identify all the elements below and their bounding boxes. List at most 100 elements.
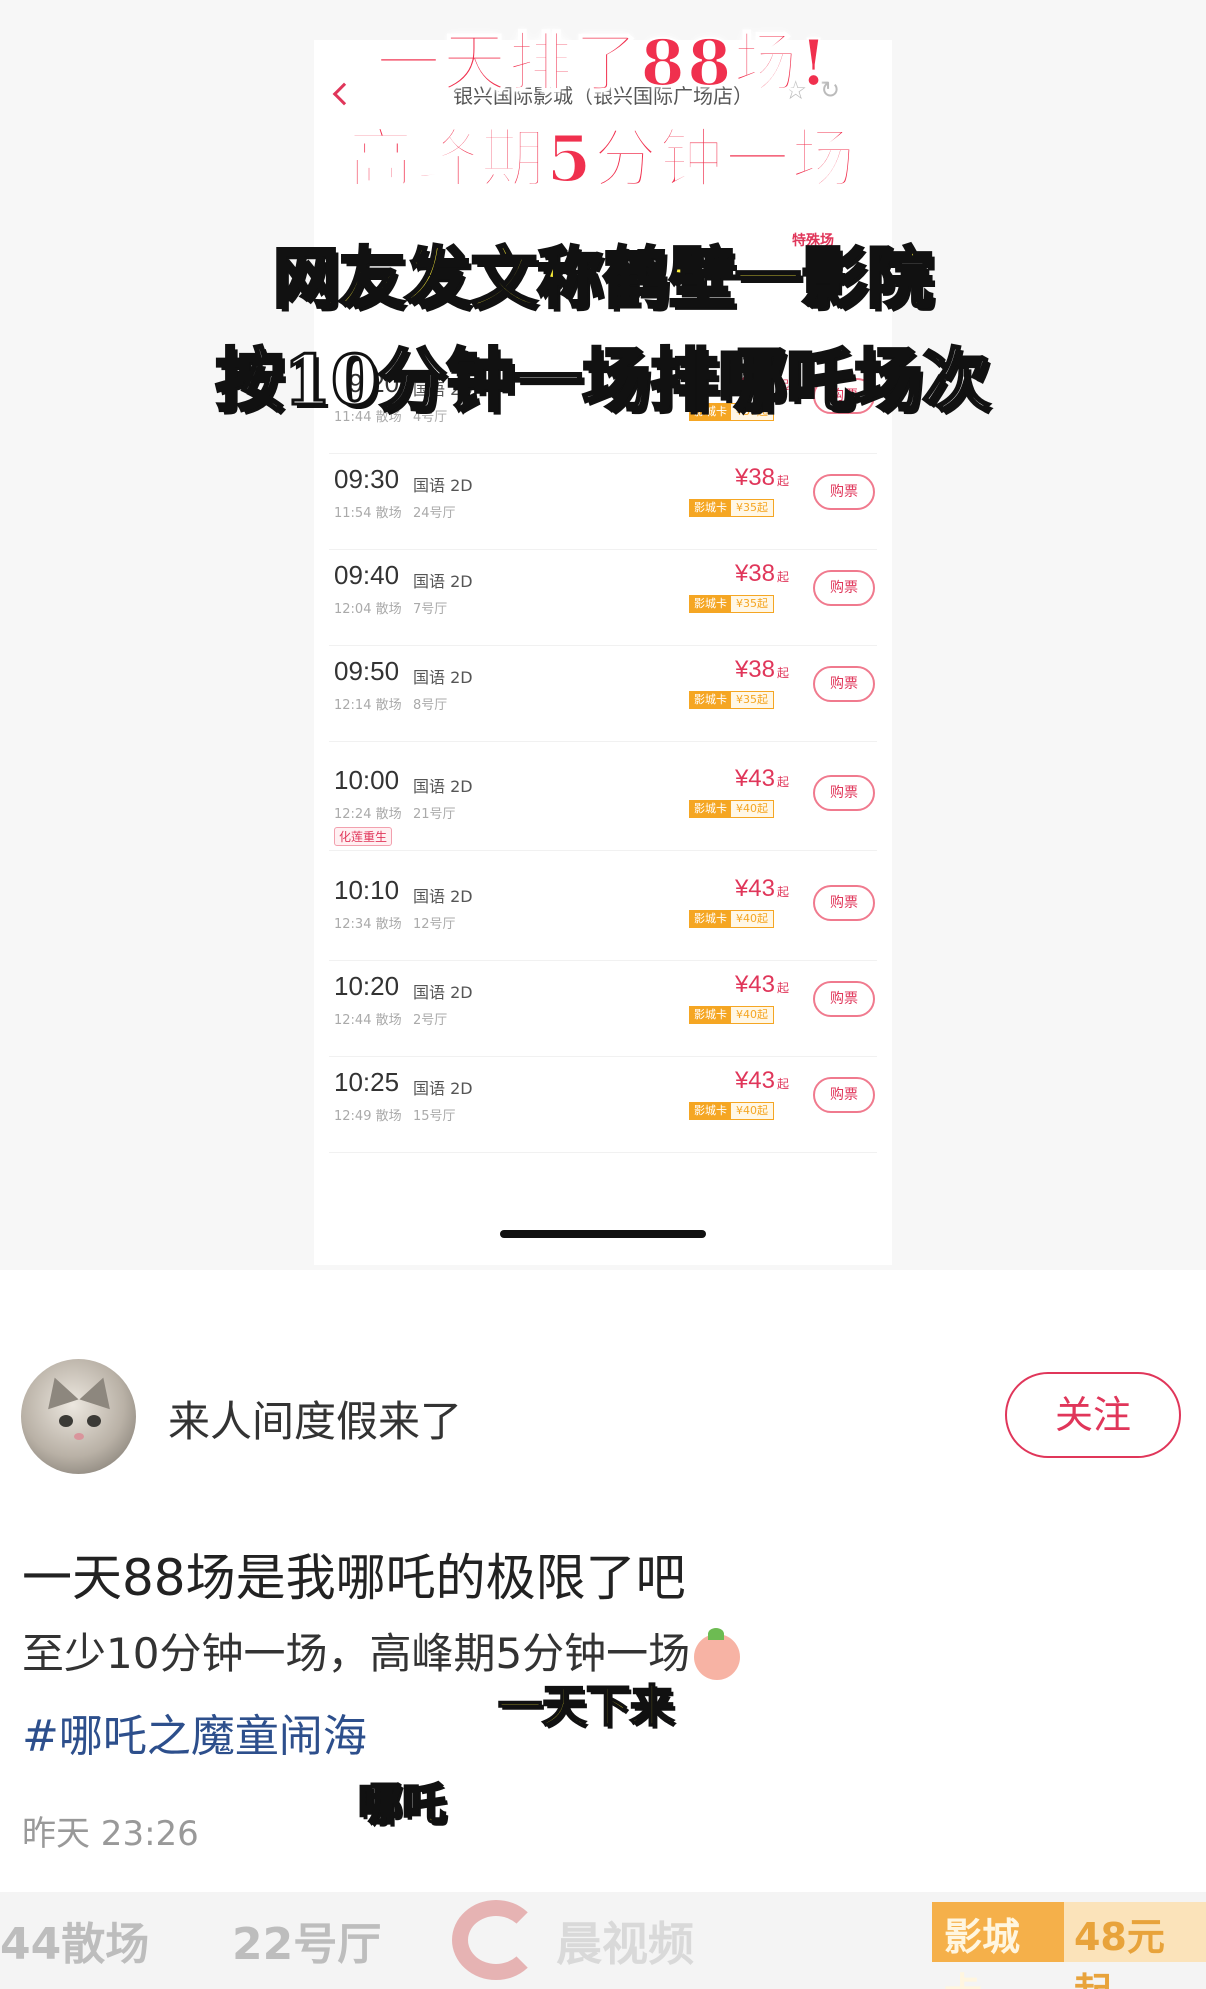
member-price: ¥40起	[731, 911, 773, 927]
price-suffix: 起	[776, 1077, 789, 1091]
showtime-end: 12:49 散场	[334, 1109, 402, 1124]
showtime-price: ¥38 起	[699, 560, 789, 588]
showtime-row[interactable]: 09:50 12:14 散场 国语 2D 8号厅 ¥38 起影城卡 ¥35起 购票	[329, 646, 877, 742]
showtime-row[interactable]: 10:00 12:24 散场 国语 2D 21号厅 ¥43 起影城卡 ¥40起 购票 化莲重生	[329, 755, 877, 851]
showtime-end: 12:24 散场	[334, 807, 402, 822]
showtime-price: ¥38 起	[699, 464, 789, 492]
showtime-start: 10:10	[334, 875, 400, 905]
showtime-price: ¥43 起	[699, 971, 789, 999]
showtime-language: 国语 2D	[413, 983, 473, 1002]
showtime-row[interactable]: 10:25 12:49 散场 国语 2D 15号厅 ¥43 起影城卡 ¥40起 购票	[329, 1057, 877, 1153]
buy-ticket-button[interactable]: 购票	[813, 775, 875, 811]
buy-ticket-button[interactable]: 购票	[813, 570, 875, 606]
buy-ticket-button[interactable]: 购票	[813, 981, 875, 1017]
price-value: ¥38	[734, 560, 775, 587]
price-suffix: 起	[776, 775, 789, 789]
member-price: ¥35起	[731, 692, 773, 708]
showtime-row[interactable]: 10:10 12:34 散场 国语 2D 12号厅 ¥43 起影城卡 ¥40起 购票	[329, 865, 877, 961]
member-label: 影城卡	[690, 1007, 731, 1023]
price-value: ¥38	[734, 656, 775, 683]
showtime-start: 10:00	[334, 765, 400, 795]
peach-emoji-icon	[694, 1627, 741, 1680]
bottom-watermark-strip: 44散场 22号厅 晨视频 影城卡 48元起	[0, 1892, 1206, 1989]
showtime-hall: 12号厅	[413, 917, 456, 932]
post-timestamp: 昨天 23:26	[22, 1814, 199, 1854]
showtime-end: 12:44 散场	[334, 1013, 402, 1028]
showtime-price: ¥43 起	[699, 765, 789, 793]
showtime-start: 09:30	[334, 464, 400, 494]
member-price: ¥35起	[731, 596, 773, 612]
video-subtitle-2: 哪吒	[357, 1778, 447, 1831]
showtime-row[interactable]: 09:40 12:04 散场 国语 2D 7号厅 ¥38 起影城卡 ¥35起 购票	[329, 550, 877, 646]
member-price-tag: 影城卡 ¥35起	[689, 499, 774, 517]
video-subtitle-1: 一天下来	[497, 1680, 675, 1733]
showtime-hall: 21号厅	[413, 807, 456, 822]
price-suffix: 起	[776, 666, 789, 680]
showtime-price: ¥38 起	[699, 656, 789, 684]
showtime-end: 12:34 散场	[334, 917, 402, 932]
strip-member-label: 影城卡	[932, 1902, 1064, 1989]
showtime-price: ¥43 起	[699, 1067, 789, 1095]
showtime-price: ¥43 起	[699, 875, 789, 903]
buy-ticket-button[interactable]: 购票	[813, 1077, 875, 1113]
caption-headline-1: 一天排了88场!	[375, 25, 830, 102]
username[interactable]: 来人间度假来了	[168, 1388, 462, 1449]
caption-headline-2: 高峰期5分钟一场	[348, 121, 858, 198]
caption-subhead-2: 按10分钟一场排哪吒场次	[214, 340, 992, 423]
showtime-end: 11:54 散场	[334, 506, 402, 521]
member-label: 影城卡	[690, 911, 731, 927]
brand-watermark: 晨视频	[556, 1917, 694, 1971]
showtime-start: 09:40	[334, 560, 400, 590]
showtime-end: 12:04 散场	[334, 602, 402, 617]
price-value: ¥43	[734, 765, 775, 792]
buy-ticket-button[interactable]: 购票	[813, 666, 875, 702]
price-suffix: 起	[776, 474, 789, 488]
member-price-tag: 影城卡 ¥35起	[689, 595, 774, 613]
member-price-tag: 影城卡 ¥40起	[689, 800, 774, 818]
strip-end-time: 44散场	[0, 1919, 150, 1970]
member-label: 影城卡	[690, 801, 731, 817]
showtime-start: 09:50	[334, 656, 400, 686]
member-label: 影城卡	[690, 1103, 731, 1119]
showtime-language: 国语 2D	[413, 777, 473, 796]
price-value: ¥43	[734, 875, 775, 902]
phone-screenshot: 银兴国际影城（银兴国际广场店） ☆ ↻ 特殊场 09:20 11:44 散场 国语 …	[314, 40, 892, 1265]
strip-member-value: 48元起	[1063, 1902, 1206, 1989]
member-price-tag: 影城卡 ¥40起	[689, 1102, 774, 1120]
post-title: 一天88场是我哪吒的极限了吧	[22, 1549, 686, 1607]
avatar[interactable]	[21, 1359, 136, 1474]
showtime-language: 国语 2D	[413, 476, 473, 495]
member-price: ¥40起	[731, 801, 773, 817]
showtime-row[interactable]: 10:20 12:44 散场 国语 2D 2号厅 ¥43 起影城卡 ¥40起 购票	[329, 961, 877, 1057]
brand-logo-icon	[452, 1900, 540, 1980]
caption-subhead-1: 网友发文称鹤壁一影院	[272, 238, 935, 319]
showtime-end: 12:14 散场	[334, 698, 402, 713]
follow-button[interactable]: 关注	[1005, 1372, 1181, 1458]
price-suffix: 起	[776, 570, 789, 584]
showtime-hall: 15号厅	[413, 1109, 456, 1124]
showtime-language: 国语 2D	[413, 887, 473, 906]
showtime-badge: 化莲重生	[334, 827, 393, 846]
showtime-hall: 24号厅	[413, 506, 456, 521]
member-label: 影城卡	[690, 596, 731, 612]
video-frame: 银兴国际影城（银兴国际广场店） ☆ ↻ 特殊场 09:20 11:44 散场 国语 …	[0, 0, 1206, 1270]
hashtag-link[interactable]: #哪吒之魔童闹海	[22, 1700, 367, 1764]
member-label: 影城卡	[690, 500, 731, 516]
buy-ticket-button[interactable]: 购票	[813, 885, 875, 921]
member-price-tag: 影城卡 ¥40起	[689, 1006, 774, 1024]
member-label: 影城卡	[690, 692, 731, 708]
price-suffix: 起	[776, 981, 789, 995]
showtime-hall: 2号厅	[413, 1013, 448, 1028]
price-value: ¥38	[734, 464, 775, 491]
showtime-row[interactable]: 09:30 11:54 散场 国语 2D 24号厅 ¥38 起影城卡 ¥35起 购票	[329, 454, 877, 550]
home-indicator	[500, 1230, 706, 1238]
price-value: ¥43	[734, 1067, 775, 1094]
showtime-hall: 8号厅	[413, 698, 448, 713]
strip-member-price: 影城卡 48元起	[932, 1902, 1206, 1989]
buy-ticket-button[interactable]: 购票	[813, 474, 875, 510]
showtime-start: 10:20	[334, 971, 400, 1001]
price-value: ¥43	[734, 971, 775, 998]
member-price: ¥40起	[731, 1103, 773, 1119]
showtime-start: 10:25	[334, 1067, 400, 1097]
strip-hall: 22号厅	[232, 1919, 382, 1970]
